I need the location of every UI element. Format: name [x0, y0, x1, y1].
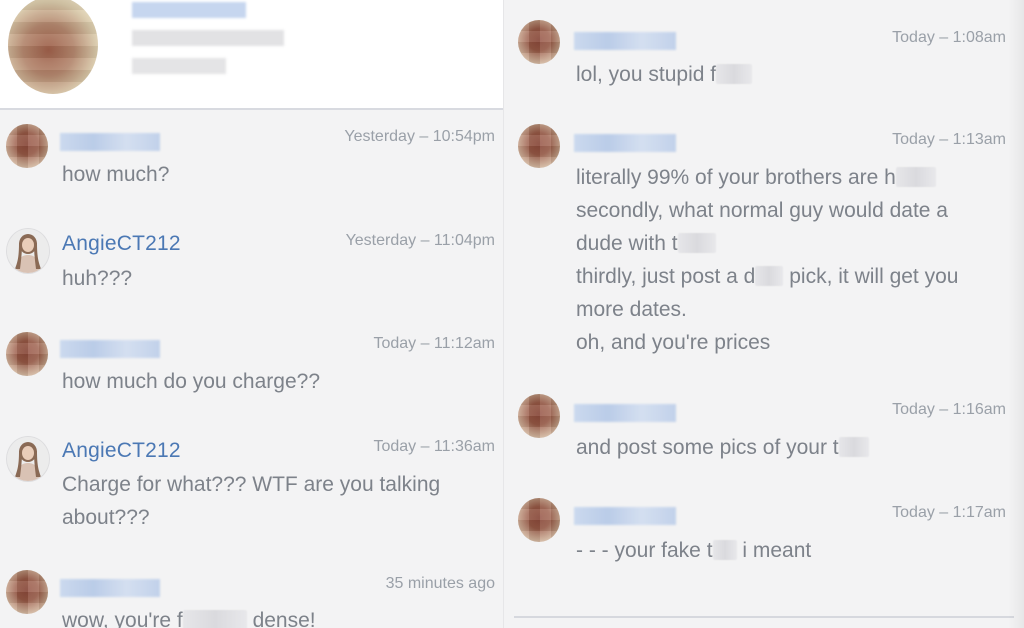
message-text: how much do you charge??: [62, 370, 320, 393]
redacted-word: [677, 233, 716, 253]
message-timestamp: Yesterday – 10:54pm: [344, 128, 495, 145]
message-timestamp: Today – 11:36am: [373, 438, 495, 455]
message-text: and post some pics of your t: [576, 431, 869, 464]
redacted-word: [712, 540, 737, 560]
redacted-word: [755, 266, 784, 286]
message-text: wow, you're f dense!: [62, 609, 316, 628]
message-timestamp: Today – 1:17am: [892, 504, 1006, 521]
message-text: how much?: [62, 163, 170, 186]
message-text: - - - your fake t i meant: [576, 539, 812, 562]
right-conversation-pane: Today – 1:08am lol, you stupid f Today –…: [503, 0, 1024, 628]
redacted-word: [838, 437, 869, 457]
message-timestamp: Today – 1:08am: [892, 29, 1006, 46]
message-timestamp: 35 minutes ago: [385, 575, 495, 592]
sender-name[interactable]: AngieCT212: [62, 232, 181, 256]
composer-divider: [514, 616, 1014, 618]
message-timestamp: Today – 11:12am: [373, 335, 495, 352]
sender-name-redacted[interactable]: [574, 134, 676, 152]
left-conversation-pane: Yesterday – 10:54pm how much? AngieCT212…: [0, 0, 503, 628]
message-text: literally 99% of your brothers are h sec…: [576, 166, 959, 354]
message-list: Yesterday – 10:54pm how much? AngieCT212…: [0, 0, 503, 628]
sender-name-redacted[interactable]: [60, 133, 160, 151]
message-text: Charge for what??? WTF are you talking a…: [62, 473, 441, 529]
sender-name-redacted[interactable]: [60, 579, 160, 597]
person-icon: [7, 437, 49, 481]
avatar-redacted[interactable]: [6, 570, 48, 614]
avatar-angie[interactable]: [6, 228, 50, 274]
sender-name-redacted[interactable]: [60, 340, 160, 358]
avatar-redacted[interactable]: [518, 20, 560, 64]
avatar-redacted[interactable]: [6, 124, 48, 168]
sender-name[interactable]: AngieCT212: [62, 439, 181, 463]
message-text: huh???: [62, 267, 133, 290]
avatar-redacted[interactable]: [518, 124, 560, 168]
person-icon: [7, 229, 49, 273]
avatar-redacted[interactable]: [518, 394, 560, 438]
message-text: lol, you stupid f: [576, 58, 753, 91]
redacted-word: [182, 610, 247, 628]
sender-name-redacted[interactable]: [574, 404, 676, 422]
redacted-word: [895, 167, 936, 187]
avatar-angie[interactable]: [6, 436, 50, 482]
message-timestamp: Today – 1:13am: [892, 131, 1006, 148]
sender-name-redacted[interactable]: [574, 507, 676, 525]
redacted-word: [716, 64, 753, 84]
avatar-redacted[interactable]: [6, 332, 48, 376]
message-timestamp: Yesterday – 11:04pm: [345, 232, 495, 249]
avatar-redacted[interactable]: [518, 498, 560, 542]
sender-name-redacted[interactable]: [574, 32, 676, 50]
message-timestamp: Today – 1:16am: [892, 401, 1006, 418]
